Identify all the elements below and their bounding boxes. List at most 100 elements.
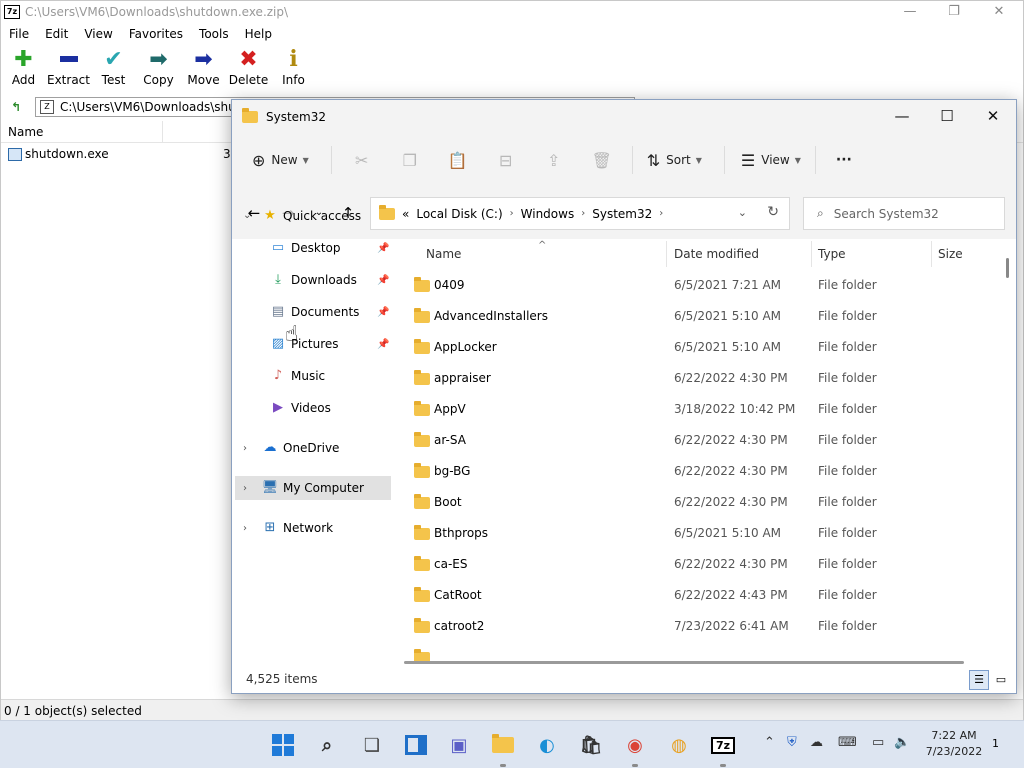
paste-icon[interactable]: 📋 [434, 151, 482, 170]
table-row[interactable]: shutdown.exe 3 [1, 145, 231, 163]
menu-file[interactable]: File [1, 24, 37, 44]
breadcrumb-local-disk[interactable]: Local Disk (C:) [416, 207, 502, 221]
close-icon[interactable]: ✕ [970, 100, 1016, 133]
cut-icon[interactable]: ✂ [338, 151, 386, 170]
table-row[interactable]: AdvancedInstallers 6/5/2021 5:10 AM File f… [396, 301, 996, 332]
volume-icon[interactable]: 🔈 [894, 735, 910, 750]
minimize-icon[interactable]: — [879, 100, 925, 133]
tree-item-pictures[interactable]: ▨ Pictures 📌 [232, 332, 392, 356]
add-button[interactable]: ✚ Add [1, 45, 46, 93]
column-divider[interactable] [931, 241, 932, 267]
refresh-icon[interactable]: ↻ [767, 204, 779, 220]
table-row[interactable]: Boot 6/22/2022 4:30 PM File folder [396, 487, 996, 518]
column-header-name[interactable]: Name [426, 239, 461, 269]
column-divider[interactable] [811, 241, 812, 267]
chevron-right-icon[interactable]: › [510, 208, 514, 219]
tree-item-my-computer[interactable]: › 🖥 My Computer [235, 476, 391, 500]
tree-item-music[interactable]: ♪ Music [232, 364, 392, 388]
table-row[interactable]: CatRoot 6/22/2022 4:43 PM File folder [396, 580, 996, 611]
copy-button[interactable]: ➡ Copy [136, 45, 181, 93]
table-row[interactable]: 0409 6/5/2021 7:21 AM File folder [396, 270, 996, 301]
menu-favorites[interactable]: Favorites [121, 24, 191, 44]
tree-item-network[interactable]: › ⊞ Network [232, 516, 392, 540]
explorer-title-bar[interactable]: System32 — ☐ ✕ [232, 100, 1016, 133]
menu-edit[interactable]: Edit [37, 24, 76, 44]
tree-item-downloads[interactable]: ⤓ Downloads 📌 [232, 268, 392, 292]
column-divider[interactable] [666, 241, 667, 267]
task-view-icon[interactable]: ❏ [358, 731, 386, 759]
chat-icon[interactable]: ▣ [445, 731, 473, 759]
chevron-right-icon[interactable]: › [581, 208, 585, 219]
new-button[interactable]: ⊕ New ▼ [252, 144, 309, 176]
tree-item-documents[interactable]: ▤ Documents 📌 [232, 300, 392, 324]
tree-item-videos[interactable]: ▶ Videos [232, 396, 392, 420]
address-bar[interactable]: « Local Disk (C:) › Windows › System32 ›… [370, 197, 790, 230]
table-row[interactable]: appraiser 6/22/2022 4:30 PM File folder [396, 363, 996, 394]
delete-icon[interactable]: 🗑 [578, 151, 626, 170]
chevron-right-icon[interactable]: › [243, 523, 247, 534]
app-icon[interactable]: ◍ [665, 731, 693, 759]
chevron-down-icon[interactable]: ⌄ [243, 210, 251, 221]
breadcrumb-overflow[interactable]: « [402, 207, 409, 221]
clock[interactable]: 7:22 AM 7/23/2022 [920, 728, 988, 760]
menu-help[interactable]: Help [237, 24, 280, 44]
breadcrumb-windows[interactable]: Windows [521, 207, 575, 221]
details-view-icon[interactable]: ☰ [969, 670, 989, 690]
close-icon[interactable]: ✕ [976, 3, 1022, 21]
test-button[interactable]: ✔ Test [91, 45, 136, 93]
tree-item-onedrive[interactable]: › ☁ OneDrive [232, 436, 392, 460]
chevron-up-icon[interactable]: ⌃ [764, 735, 775, 750]
notification-badge[interactable]: 1 [992, 737, 999, 750]
chevron-right-icon[interactable]: › [659, 208, 663, 219]
menu-view[interactable]: View [76, 24, 120, 44]
more-options-button[interactable]: ··· [836, 144, 852, 176]
share-icon[interactable]: ⇪ [530, 151, 578, 170]
chevron-down-icon[interactable]: ⌄ [738, 206, 747, 219]
rename-icon[interactable]: ⊟ [482, 151, 530, 170]
table-row[interactable]: AppV 3/18/2022 10:42 PM File folder [396, 394, 996, 425]
up-folder-icon[interactable]: ↰ [5, 97, 27, 117]
column-header-type[interactable]: Type [818, 239, 846, 269]
sort-button[interactable]: ⇅ Sort ▼ [647, 144, 702, 176]
widgets-icon[interactable] [402, 731, 430, 759]
extract-button[interactable]: Extract [46, 45, 91, 93]
column-header-size[interactable]: Size [938, 239, 963, 269]
pin-icon[interactable]: 📌 [377, 307, 389, 318]
network-icon[interactable]: ▭ [872, 735, 884, 750]
security-shield-icon[interactable]: ⛨ [787, 735, 797, 750]
chevron-right-icon[interactable]: › [243, 483, 247, 494]
tree-item-desktop[interactable]: ▭ Desktop 📌 [232, 236, 392, 260]
delete-button[interactable]: ✖ Delete [226, 45, 271, 93]
info-button[interactable]: i Info [271, 45, 316, 93]
chrome-icon[interactable]: ◉ [621, 731, 649, 759]
keyboard-icon[interactable]: ⌨ [838, 735, 857, 750]
table-row[interactable]: catroot2 7/23/2022 6:41 AM File folder [396, 611, 996, 642]
horizontal-scrollbar-thumb[interactable] [404, 661, 964, 664]
pin-icon[interactable]: 📌 [377, 339, 389, 350]
chevron-right-icon[interactable]: › [243, 443, 247, 454]
table-row[interactable]: Bthprops 6/5/2021 5:10 AM File folder [396, 518, 996, 549]
table-row[interactable]: ar-SA 6/22/2022 4:30 PM File folder [396, 425, 996, 456]
copy-icon[interactable]: ❐ [386, 151, 434, 170]
restore-icon[interactable]: ❐ [931, 3, 977, 21]
move-button[interactable]: ➡ Move [181, 45, 226, 93]
sevenzip-title-bar[interactable]: 7z C:\Users\VM6\Downloads\shutdown.exe.z… [1, 1, 1023, 23]
vertical-scrollbar-thumb[interactable] [1006, 258, 1009, 278]
maximize-icon[interactable]: ☐ [924, 100, 970, 133]
table-row[interactable]: AppLocker 6/5/2021 5:10 AM File folder [396, 332, 996, 363]
table-row[interactable]: ca-ES 6/22/2022 4:30 PM File folder [396, 549, 996, 580]
large-icons-view-icon[interactable]: ▭ [991, 670, 1011, 690]
pin-icon[interactable]: 📌 [377, 243, 389, 254]
sevenzip-taskbar-icon[interactable]: 7z [709, 731, 737, 759]
store-icon[interactable]: 🛍 [577, 731, 605, 759]
column-header-date[interactable]: Date modified [674, 239, 759, 269]
search-taskbar-icon[interactable]: ⌕ [313, 731, 341, 759]
minimize-icon[interactable]: — [887, 3, 933, 21]
start-button[interactable] [269, 731, 297, 759]
pin-icon[interactable]: 📌 [377, 275, 389, 286]
view-button[interactable]: ☰ View ▼ [741, 144, 801, 176]
column-header-name[interactable]: Name [1, 121, 163, 143]
menu-tools[interactable]: Tools [191, 24, 237, 44]
edge-icon[interactable]: ◐ [533, 731, 561, 759]
search-input[interactable]: ⌕ Search System32 [803, 197, 1005, 230]
